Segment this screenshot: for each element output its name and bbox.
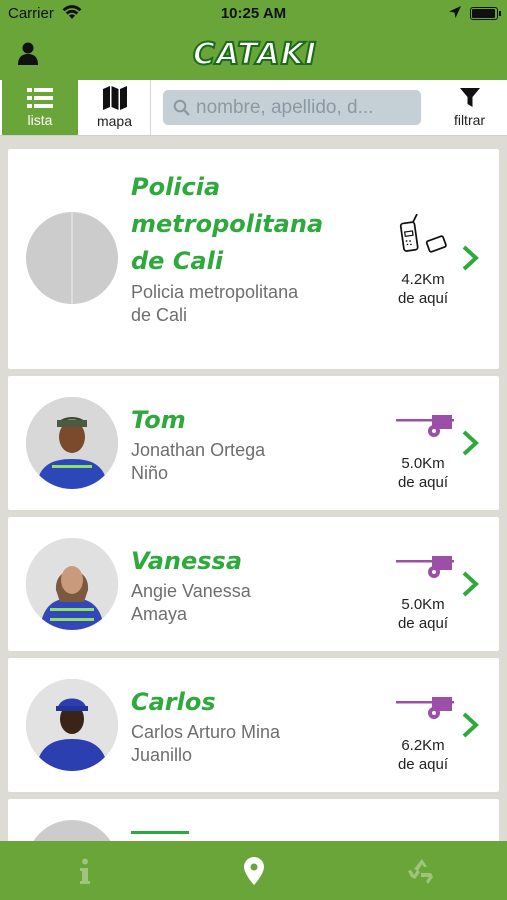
nickname: Tom [131, 406, 186, 434]
info-icon [80, 858, 90, 884]
info-button[interactable] [45, 841, 125, 900]
user-profile-icon[interactable] [14, 40, 42, 68]
list-item[interactable]: Policia metropolitana de Cali Policia me… [8, 149, 499, 369]
full-name: Policia metropolitana de Cali [131, 282, 299, 325]
list-view-label: lista [27, 111, 53, 128]
recycle-tab[interactable] [382, 841, 462, 900]
full-name: Angie Vanessa Amaya [131, 581, 251, 624]
cart-icon [396, 415, 454, 437]
list-item[interactable]: Carlos Carlos Arturo Mina Juanillo 6.2Km… [8, 658, 499, 792]
header-bar: Carrier 10:25 AM CATAKI [0, 0, 507, 80]
recycler-list: Policia metropolitana de Cali Policia me… [0, 141, 507, 841]
avatar [26, 397, 118, 489]
distance-label: 4.2Km de aquí [397, 271, 449, 307]
search-icon [173, 99, 190, 116]
distance-label: 5.0Km de aquí [397, 596, 449, 632]
nickname: Policia metropolitana de Cali [131, 173, 324, 275]
list-item[interactable]: Tom Jonathan Ortega Niño 5.0Km de aquí [8, 376, 499, 510]
logo-text: CATAKI [192, 36, 318, 73]
distance-label: 6.2Km de aquí [397, 737, 449, 773]
person-photo [26, 679, 118, 771]
nickname: Carlos [131, 688, 216, 716]
location-tab[interactable] [214, 841, 294, 900]
cart-icon [396, 556, 454, 578]
chevron-right-icon[interactable] [460, 430, 480, 456]
map-icon [102, 86, 127, 110]
distance-label: 5.0Km de aquí [397, 455, 449, 491]
chevron-right-icon[interactable] [460, 245, 480, 271]
battery-icon [470, 7, 501, 20]
full-name: Jonathan Ortega Niño [131, 440, 266, 483]
avatar [26, 212, 118, 304]
full-name: Carlos Arturo Mina Juanillo [131, 722, 281, 765]
toolbar: lista mapa nombre, apellido, d... filtra… [0, 80, 507, 136]
cataki-logo: CATAKI [170, 36, 340, 73]
location-pin-icon [244, 856, 264, 885]
list-view-button[interactable]: lista [2, 80, 78, 135]
avatar [26, 820, 118, 841]
clock: 10:25 AM [220, 5, 287, 22]
map-view-label: mapa [96, 113, 133, 129]
chevron-right-icon[interactable] [460, 712, 480, 738]
nickname-partial [131, 831, 189, 839]
location-arrow-icon [449, 6, 461, 18]
avatar [26, 538, 118, 630]
nickname: Vanessa [131, 547, 243, 575]
recycle-icon [408, 858, 433, 884]
filter-icon [459, 88, 480, 107]
search-input[interactable]: nombre, apellido, d... [163, 90, 421, 125]
list-item[interactable]: Vanessa Angie Vanessa Amaya 5.0Km de aqu… [8, 517, 499, 651]
list-icon [27, 87, 53, 108]
chevron-right-icon[interactable] [460, 571, 480, 597]
bottom-nav [0, 841, 507, 900]
filter-label: filtrar [453, 112, 486, 128]
battery-level [472, 9, 495, 18]
map-view-button[interactable]: mapa [79, 80, 151, 135]
search-placeholder: nombre, apellido, d... [196, 96, 374, 118]
filter-button[interactable]: filtrar [432, 80, 507, 135]
status-bar: Carrier 10:25 AM [0, 0, 507, 28]
avatar [26, 679, 118, 771]
radio-icon [399, 214, 447, 253]
person-photo [26, 397, 118, 489]
person-photo [26, 538, 118, 630]
list-item[interactable] [8, 799, 499, 841]
cart-icon [396, 697, 454, 719]
